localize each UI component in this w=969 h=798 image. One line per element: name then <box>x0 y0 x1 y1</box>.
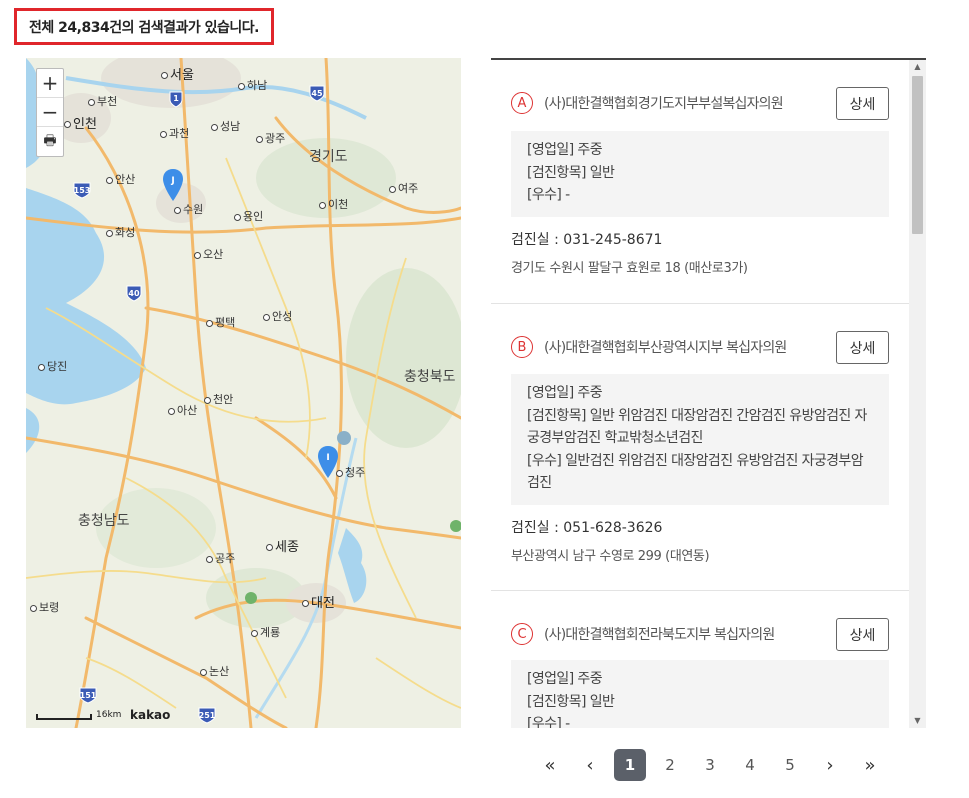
item-phone: 검진실 : 051-628-3626 <box>511 520 663 536</box>
item-letter-badge: A <box>511 92 533 114</box>
svg-text:40: 40 <box>128 289 140 298</box>
first-page-button[interactable]: « <box>530 755 570 776</box>
item-info-line: [검진항목] 일반 <box>527 164 615 181</box>
list-item: B (사)대한결핵협회부산광역시지부 복십자의원 상세 [영업일] 주중 [검진… <box>491 304 909 591</box>
map-label: 당진 <box>38 358 67 374</box>
map-label: 수원 <box>174 201 203 217</box>
map-label: 오산 <box>194 246 223 262</box>
page-button[interactable]: 4 <box>730 756 770 774</box>
list-scrollbar[interactable]: ▲ ▼ <box>909 60 926 728</box>
map-label: 광주 <box>256 130 285 146</box>
item-address: 경기도 수원시 팔달구 효원로 18 (매산로3가) <box>511 261 748 276</box>
detail-button[interactable]: 상세 <box>836 87 889 120</box>
map-label: 여주 <box>389 180 418 196</box>
svg-text:I: I <box>326 453 329 463</box>
prev-page-button[interactable]: ‹ <box>570 755 610 776</box>
item-info-line: [영업일] 주중 <box>527 142 603 158</box>
map-label: 계룡 <box>251 624 280 640</box>
scale-label: 16km <box>96 710 122 720</box>
map-zoom-controls: + − 🖶 <box>36 68 64 157</box>
item-info-line: [우수] - <box>527 187 570 203</box>
map-label: 공주 <box>206 550 235 566</box>
svg-text:1: 1 <box>173 94 179 103</box>
svg-text:251: 251 <box>199 711 216 720</box>
item-name: (사)대한결핵협회경기도지부부설복십자의원 <box>544 96 784 112</box>
item-info-box: [영업일] 주중 [검진항목] 일반 [우수] - <box>511 131 889 217</box>
map-label: 하남 <box>238 77 267 93</box>
item-info-line: [검진항목] 일반 위암검진 대장암검진 간암검진 유방암검진 자궁경부암검진 … <box>527 407 867 447</box>
item-letter-badge: C <box>511 623 533 645</box>
svg-text:151: 151 <box>80 691 97 700</box>
item-info-box: [영업일] 주중 [검진항목] 일반 [우수] - <box>511 660 889 728</box>
map-label: 보령 <box>30 599 59 615</box>
map-label: 부천 <box>88 93 117 109</box>
svg-text:45: 45 <box>311 89 323 98</box>
result-count: 전체 24,834건의 검색결과가 있습니다. <box>14 8 274 45</box>
list-item: A (사)대한결핵협회경기도지부부설복십자의원 상세 [영업일] 주중 [검진항… <box>491 60 909 304</box>
item-info-line: [영업일] 주중 <box>527 671 603 687</box>
print-icon[interactable]: 🖶 <box>37 127 63 156</box>
map-label: 천안 <box>204 391 233 407</box>
map-label: 충청북도 <box>404 369 456 385</box>
last-page-button[interactable]: » <box>850 755 890 776</box>
map-canvas: 1 45 153 40 151 251 <box>26 58 461 728</box>
map-label: 안산 <box>106 171 135 187</box>
item-letter-badge: B <box>511 336 533 358</box>
detail-button[interactable]: 상세 <box>836 618 889 651</box>
svg-text:J: J <box>170 176 174 186</box>
scroll-down-arrow-icon[interactable]: ▼ <box>909 714 926 728</box>
scroll-up-arrow-icon[interactable]: ▲ <box>909 60 926 74</box>
page-button[interactable]: 3 <box>690 756 730 774</box>
map-label: 충청남도 <box>78 513 130 529</box>
zoom-out-button[interactable]: − <box>37 98 63 127</box>
scale-bar <box>36 714 92 720</box>
list-item: C (사)대한결핵협회전라북도지부 복십자의원 상세 [영업일] 주중 [검진항… <box>491 591 909 728</box>
next-page-button[interactable]: › <box>810 755 850 776</box>
detail-button[interactable]: 상세 <box>836 331 889 364</box>
item-info-line: [우수] 일반검진 위암검진 대장암검진 유방암검진 자궁경부암검진 <box>527 452 864 492</box>
map-label: 화성 <box>106 224 135 240</box>
page-button[interactable]: 2 <box>650 756 690 774</box>
map-label: 과천 <box>160 125 189 141</box>
item-header: B (사)대한결핵협회부산광역시지부 복십자의원 <box>511 336 787 358</box>
map-label: 세종 <box>266 536 299 555</box>
item-header: A (사)대한결핵협회경기도지부부설복십자의원 <box>511 92 784 114</box>
item-phone: 검진실 : 031-245-8671 <box>511 232 663 248</box>
map-brand-logo: kakao <box>130 708 171 722</box>
zoom-in-button[interactable]: + <box>37 69 63 98</box>
result-list-panel[interactable]: A (사)대한결핵협회경기도지부부설복십자의원 상세 [영업일] 주중 [검진항… <box>491 58 926 728</box>
item-info-box: [영업일] 주중 [검진항목] 일반 위암검진 대장암검진 간암검진 유방암검진… <box>511 374 889 505</box>
map-label: 논산 <box>200 663 229 679</box>
item-info-line: [우수] - <box>527 716 570 728</box>
map-scale: 16km <box>36 710 121 720</box>
map-label: 아산 <box>168 402 197 418</box>
map-label: 인천 <box>64 113 97 132</box>
map-label: 청주 <box>336 464 365 480</box>
item-info-line: [영업일] 주중 <box>527 385 603 401</box>
item-name: (사)대한결핵협회전라북도지부 복십자의원 <box>544 627 775 643</box>
item-address: 부산광역시 남구 수영로 299 (대연동) <box>511 549 710 564</box>
map-label: 서울 <box>161 64 194 83</box>
page-button[interactable]: 5 <box>770 756 810 774</box>
map-label: 용인 <box>234 208 263 224</box>
map-label: 대전 <box>302 592 335 611</box>
map-label: 평택 <box>206 314 235 330</box>
item-header: C (사)대한결핵협회전라북도지부 복십자의원 <box>511 623 775 645</box>
map-marker-j[interactable]: J <box>162 168 184 202</box>
scrollbar-thumb[interactable] <box>912 76 923 234</box>
svg-text:153: 153 <box>74 186 91 195</box>
result-list: A (사)대한결핵협회경기도지부부설복십자의원 상세 [영업일] 주중 [검진항… <box>491 60 909 728</box>
map-label: 이천 <box>319 196 348 212</box>
pagination: « ‹ 1 2 3 4 5 › » <box>530 748 890 782</box>
page-button-current[interactable]: 1 <box>614 749 646 781</box>
map-label: 안성 <box>263 308 292 324</box>
map-label: 경기도 <box>309 149 348 165</box>
map-marker-i[interactable]: I <box>317 445 339 479</box>
item-info-line: [검진항목] 일반 <box>527 693 615 710</box>
item-name: (사)대한결핵협회부산광역시지부 복십자의원 <box>544 340 787 356</box>
map-label: 성남 <box>211 118 240 134</box>
map[interactable]: 1 45 153 40 151 251 + − 🖶 서울 하남 부천 인천 과천… <box>26 58 461 728</box>
